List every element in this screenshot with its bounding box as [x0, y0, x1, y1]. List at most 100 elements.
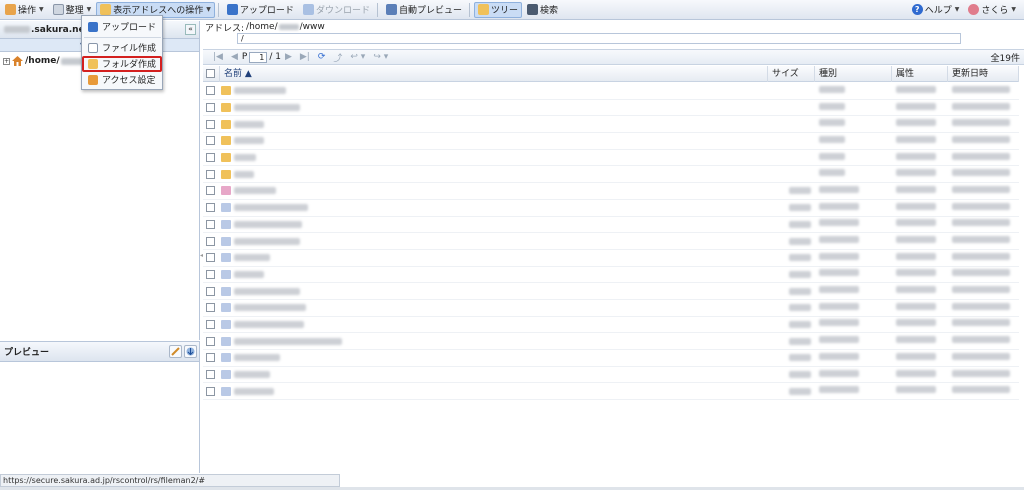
redacted-type [819, 219, 859, 227]
redacted-modified [952, 185, 1010, 193]
row-checkbox[interactable] [206, 353, 215, 363]
search-button[interactable]: 検索 [523, 2, 562, 18]
menu-item-access-settings[interactable]: アクセス設定 [84, 72, 161, 87]
table-row[interactable] [203, 217, 1019, 234]
expand-icon[interactable]: + [3, 57, 10, 65]
upload-button[interactable]: アップロード [223, 2, 298, 18]
redacted-attributes [896, 386, 936, 394]
menu-item-label: アップロード [102, 23, 157, 33]
table-row[interactable] [203, 150, 1019, 167]
next-page-icon[interactable]: ▶ [285, 52, 292, 62]
table-row[interactable] [203, 83, 1019, 100]
row-checkbox[interactable] [206, 153, 215, 163]
forward-icon[interactable]: ↪ ▾ [373, 52, 388, 62]
redacted-size [789, 220, 811, 228]
menu-item-upload[interactable]: アップロード [84, 19, 161, 34]
operation-menu[interactable]: 操作 ▼ [1, 2, 48, 18]
table-row[interactable] [203, 250, 1019, 267]
redacted-modified [952, 102, 1010, 110]
table-row[interactable] [203, 200, 1019, 217]
column-type[interactable]: 種別 [815, 65, 892, 82]
table-row[interactable] [203, 383, 1019, 401]
page-number-input[interactable]: 1 [249, 51, 268, 63]
redacted-modified [952, 286, 1010, 294]
preview-header: プレビュー [0, 342, 199, 362]
first-page-icon[interactable]: |◀ [213, 52, 223, 62]
help-menu[interactable]: ? ヘルプ ▼ [908, 2, 964, 18]
row-checkbox[interactable] [206, 119, 215, 129]
upload-label: アップロード [239, 6, 294, 16]
download-icon [302, 4, 314, 15]
table-row[interactable] [203, 350, 1019, 367]
file-grid-body [203, 83, 1019, 401]
row-checkbox[interactable] [206, 186, 215, 196]
file-icon [221, 219, 231, 229]
chevron-down-icon: ▼ [206, 6, 211, 13]
row-checkbox[interactable] [206, 269, 215, 279]
folder-icon [221, 169, 231, 179]
upload-icon [226, 4, 238, 15]
table-row[interactable] [203, 183, 1019, 200]
auto-preview-button[interactable]: 自動プレビュー [382, 2, 466, 18]
redacted-attributes [896, 219, 936, 227]
row-checkbox[interactable] [206, 219, 215, 229]
row-checkbox[interactable] [206, 303, 215, 313]
chevron-down-icon: ▼ [39, 6, 44, 13]
edit-icon[interactable] [169, 345, 182, 358]
column-attributes[interactable]: 属性 [892, 65, 948, 82]
back-icon[interactable]: ↩ ▾ [350, 52, 365, 62]
table-row[interactable] [203, 317, 1019, 334]
table-row[interactable] [203, 267, 1019, 284]
table-row[interactable] [203, 333, 1019, 350]
table-row[interactable] [203, 367, 1019, 384]
row-checkbox[interactable] [206, 86, 215, 96]
row-checkbox[interactable] [206, 253, 215, 263]
redacted-type [819, 152, 845, 160]
upload-icon [88, 21, 98, 32]
row-checkbox[interactable] [206, 286, 215, 296]
redacted-file-name [234, 120, 264, 128]
row-checkbox[interactable] [206, 136, 215, 146]
redacted-modified [952, 119, 1010, 127]
table-row[interactable] [203, 300, 1019, 317]
download-preview-icon[interactable] [184, 345, 197, 358]
toolbar-divider [376, 2, 378, 17]
redacted-modified [952, 336, 1010, 344]
chevron-down-icon: ▼ [1011, 6, 1016, 13]
row-checkbox[interactable] [206, 169, 215, 179]
search-label: 検索 [539, 6, 558, 16]
refresh-icon[interactable]: ⟳ [318, 52, 326, 62]
menu-item-create-file[interactable]: ファイル作成 [84, 40, 161, 55]
column-name[interactable]: 名前 ▲ [220, 65, 768, 82]
redacted-size [789, 270, 811, 278]
row-checkbox[interactable] [206, 236, 215, 246]
table-row[interactable] [203, 100, 1019, 117]
redacted-attributes [896, 269, 936, 277]
parent-folder-icon[interactable]: ⤴ [333, 51, 342, 64]
table-row[interactable] [203, 233, 1019, 250]
row-checkbox[interactable] [206, 103, 215, 113]
file-icon [221, 386, 231, 396]
column-size[interactable]: サイズ [768, 65, 815, 82]
table-row[interactable] [203, 133, 1019, 150]
row-checkbox[interactable] [206, 319, 215, 329]
user-menu[interactable]: さくら ▼ [964, 2, 1020, 18]
table-row[interactable] [203, 166, 1019, 184]
tree-toggle-button[interactable]: ツリー [473, 1, 522, 18]
row-checkbox[interactable] [206, 336, 215, 346]
collapse-panel-button[interactable]: « [185, 24, 196, 35]
path-input[interactable]: / [237, 33, 961, 44]
row-checkbox[interactable] [206, 370, 215, 380]
table-row[interactable] [203, 283, 1019, 300]
row-checkbox[interactable] [206, 203, 215, 213]
row-checkbox[interactable] [206, 386, 215, 396]
last-page-icon[interactable]: ▶| [300, 52, 310, 62]
page-total: / 1 [269, 52, 281, 62]
column-modified[interactable]: 更新日時 [948, 65, 1019, 82]
table-row[interactable] [203, 116, 1019, 134]
file-icon [221, 370, 231, 380]
download-button[interactable]: ダウンロード [299, 2, 374, 18]
select-all-checkbox[interactable] [206, 69, 215, 78]
prev-page-icon[interactable]: ◀ [231, 52, 238, 62]
redacted-size [789, 187, 811, 195]
